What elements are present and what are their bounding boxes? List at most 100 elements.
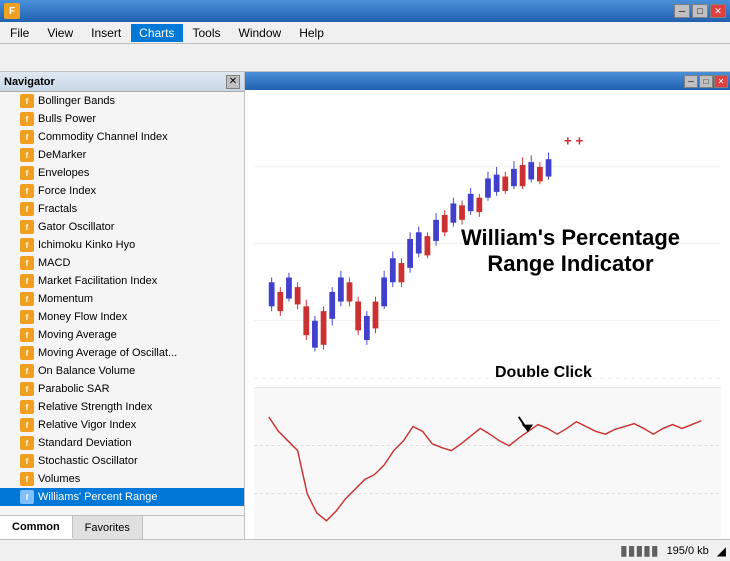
chart-maximize-button[interactable]: □	[699, 75, 713, 88]
tab-common[interactable]: Common	[0, 516, 73, 539]
indicator-label: DeMarker	[38, 149, 86, 161]
indicator-icon: f	[20, 346, 34, 360]
menu-charts[interactable]: Charts	[131, 24, 182, 42]
indicator-icon: f	[20, 436, 34, 450]
indicator-label: Volumes	[38, 473, 80, 485]
tab-favorites[interactable]: Favorites	[73, 516, 143, 539]
indicator-label: Envelopes	[38, 167, 89, 179]
indicator-icon: f	[20, 418, 34, 432]
indicator-moving-average[interactable]: f Moving Average	[0, 326, 244, 344]
indicator-icon: f	[20, 112, 34, 126]
navigator-close-button[interactable]: ✕	[226, 75, 240, 89]
menu-bar: File View Insert Charts Tools Window Hel…	[0, 22, 730, 44]
indicator-demarker[interactable]: f DeMarker	[0, 146, 244, 164]
indicator-label: Ichimoku Kinko Hyo	[38, 239, 135, 251]
indicator-parabolic-sar[interactable]: f Parabolic SAR	[0, 380, 244, 398]
indicator-icon: f	[20, 202, 34, 216]
chart-svg: + +	[245, 90, 730, 539]
indicator-label: Moving Average of Oscillat...	[38, 347, 177, 359]
indicator-macd[interactable]: f MACD	[0, 254, 244, 272]
maximize-button[interactable]: □	[692, 4, 708, 18]
indicator-label: Relative Strength Index	[38, 401, 152, 413]
navigator-title: Navigator	[4, 76, 55, 88]
navigator-header: Navigator ✕	[0, 72, 244, 92]
indicator-obv[interactable]: f On Balance Volume	[0, 362, 244, 380]
menu-window[interactable]: Window	[231, 24, 290, 42]
indicator-momentum[interactable]: f Momentum	[0, 290, 244, 308]
indicator-icon: f	[20, 400, 34, 414]
indicator-bollinger-bands[interactable]: f Bollinger Bands	[0, 92, 244, 110]
chart-inner-header: ─ □ ✕	[245, 72, 730, 90]
indicator-envelopes[interactable]: f Envelopes	[0, 164, 244, 182]
menu-view[interactable]: View	[39, 24, 81, 42]
indicator-bulls-power[interactable]: f Bulls Power	[0, 110, 244, 128]
double-click-label: Double Click	[495, 364, 592, 382]
indicator-mfi-market[interactable]: f Market Facilitation Index	[0, 272, 244, 290]
indicator-label: Standard Deviation	[38, 437, 132, 449]
indicator-ichimoku[interactable]: f Ichimoku Kinko Hyo	[0, 236, 244, 254]
indicator-icon: f	[20, 292, 34, 306]
indicator-icon: f	[20, 490, 34, 504]
indicator-force-index[interactable]: f Force Index	[0, 182, 244, 200]
indicator-icon: f	[20, 94, 34, 108]
chart-canvas: + + William's Percentage Range Indicator…	[245, 90, 730, 539]
annotation-line2: Range Indicator	[487, 251, 653, 276]
indicator-label: Stochastic Oscillator	[38, 455, 138, 467]
indicator-icon: f	[20, 166, 34, 180]
indicator-label: Market Facilitation Index	[38, 275, 157, 287]
window-controls[interactable]: ─ □ ✕	[674, 4, 726, 18]
chart-window: ─ □ ✕	[245, 72, 730, 539]
svg-text:+ +: + +	[564, 134, 584, 149]
minimize-button[interactable]: ─	[674, 4, 690, 18]
indicator-stochastic[interactable]: f Stochastic Oscillator	[0, 452, 244, 470]
window-titlebar: F ─ □ ✕	[0, 0, 730, 22]
indicator-williams-percent[interactable]: f Williams' Percent Range	[0, 488, 244, 506]
indicator-icon: f	[20, 454, 34, 468]
indicator-icon: f	[20, 256, 34, 270]
indicator-label: On Balance Volume	[38, 365, 135, 377]
main-layout: Navigator ✕ f Bollinger Bands f Bulls Po…	[0, 72, 730, 539]
resize-icon: ◢	[717, 544, 726, 558]
indicator-volumes[interactable]: f Volumes	[0, 470, 244, 488]
indicator-icon: f	[20, 328, 34, 342]
indicator-icon: f	[20, 310, 34, 324]
chart-controls[interactable]: ─ □ ✕	[684, 75, 728, 88]
indicator-label: Fractals	[38, 203, 77, 215]
indicator-moving-avg-oscillator[interactable]: f Moving Average of Oscillat...	[0, 344, 244, 362]
indicator-gator-oscillator[interactable]: f Gator Oscillator	[0, 218, 244, 236]
bars-icon: ▮▮▮▮▮	[620, 542, 659, 559]
navigator-tabs: Common Favorites	[0, 515, 244, 539]
indicator-label: Relative Vigor Index	[38, 419, 136, 431]
indicator-label: Commodity Channel Index	[38, 131, 168, 143]
indicator-rsi[interactable]: f Relative Strength Index	[0, 398, 244, 416]
indicator-icon: f	[20, 184, 34, 198]
chart-area: ─ □ ✕	[245, 72, 730, 539]
menu-insert[interactable]: Insert	[83, 24, 129, 42]
indicator-rvi[interactable]: f Relative Vigor Index	[0, 416, 244, 434]
chart-minimize-button[interactable]: ─	[684, 75, 698, 88]
indicator-list[interactable]: f Bollinger Bands f Bulls Power f Commod…	[0, 92, 244, 515]
indicator-std-dev[interactable]: f Standard Deviation	[0, 434, 244, 452]
menu-tools[interactable]: Tools	[185, 24, 229, 42]
indicator-label: Money Flow Index	[38, 311, 127, 323]
indicator-icon: f	[20, 238, 34, 252]
indicator-money-flow-index[interactable]: f Money Flow Index	[0, 308, 244, 326]
menu-file[interactable]: File	[2, 24, 37, 42]
indicator-label: Williams' Percent Range	[38, 491, 157, 503]
indicator-label: MACD	[38, 257, 70, 269]
app-icon: F	[4, 3, 20, 19]
indicator-icon: f	[20, 130, 34, 144]
indicator-label: Parabolic SAR	[38, 383, 110, 395]
close-button[interactable]: ✕	[710, 4, 726, 18]
indicator-label: Moving Average	[38, 329, 117, 341]
indicator-icon: f	[20, 220, 34, 234]
chart-close-button[interactable]: ✕	[714, 75, 728, 88]
menu-help[interactable]: Help	[291, 24, 332, 42]
chart-annotation: William's Percentage Range Indicator	[461, 225, 680, 278]
indicator-icon: f	[20, 274, 34, 288]
indicator-fractals[interactable]: f Fractals	[0, 200, 244, 218]
indicator-icon: f	[20, 472, 34, 486]
status-bar: ▮▮▮▮▮ 195/0 kb ◢	[0, 539, 730, 561]
indicator-icon: f	[20, 382, 34, 396]
indicator-cci[interactable]: f Commodity Channel Index	[0, 128, 244, 146]
